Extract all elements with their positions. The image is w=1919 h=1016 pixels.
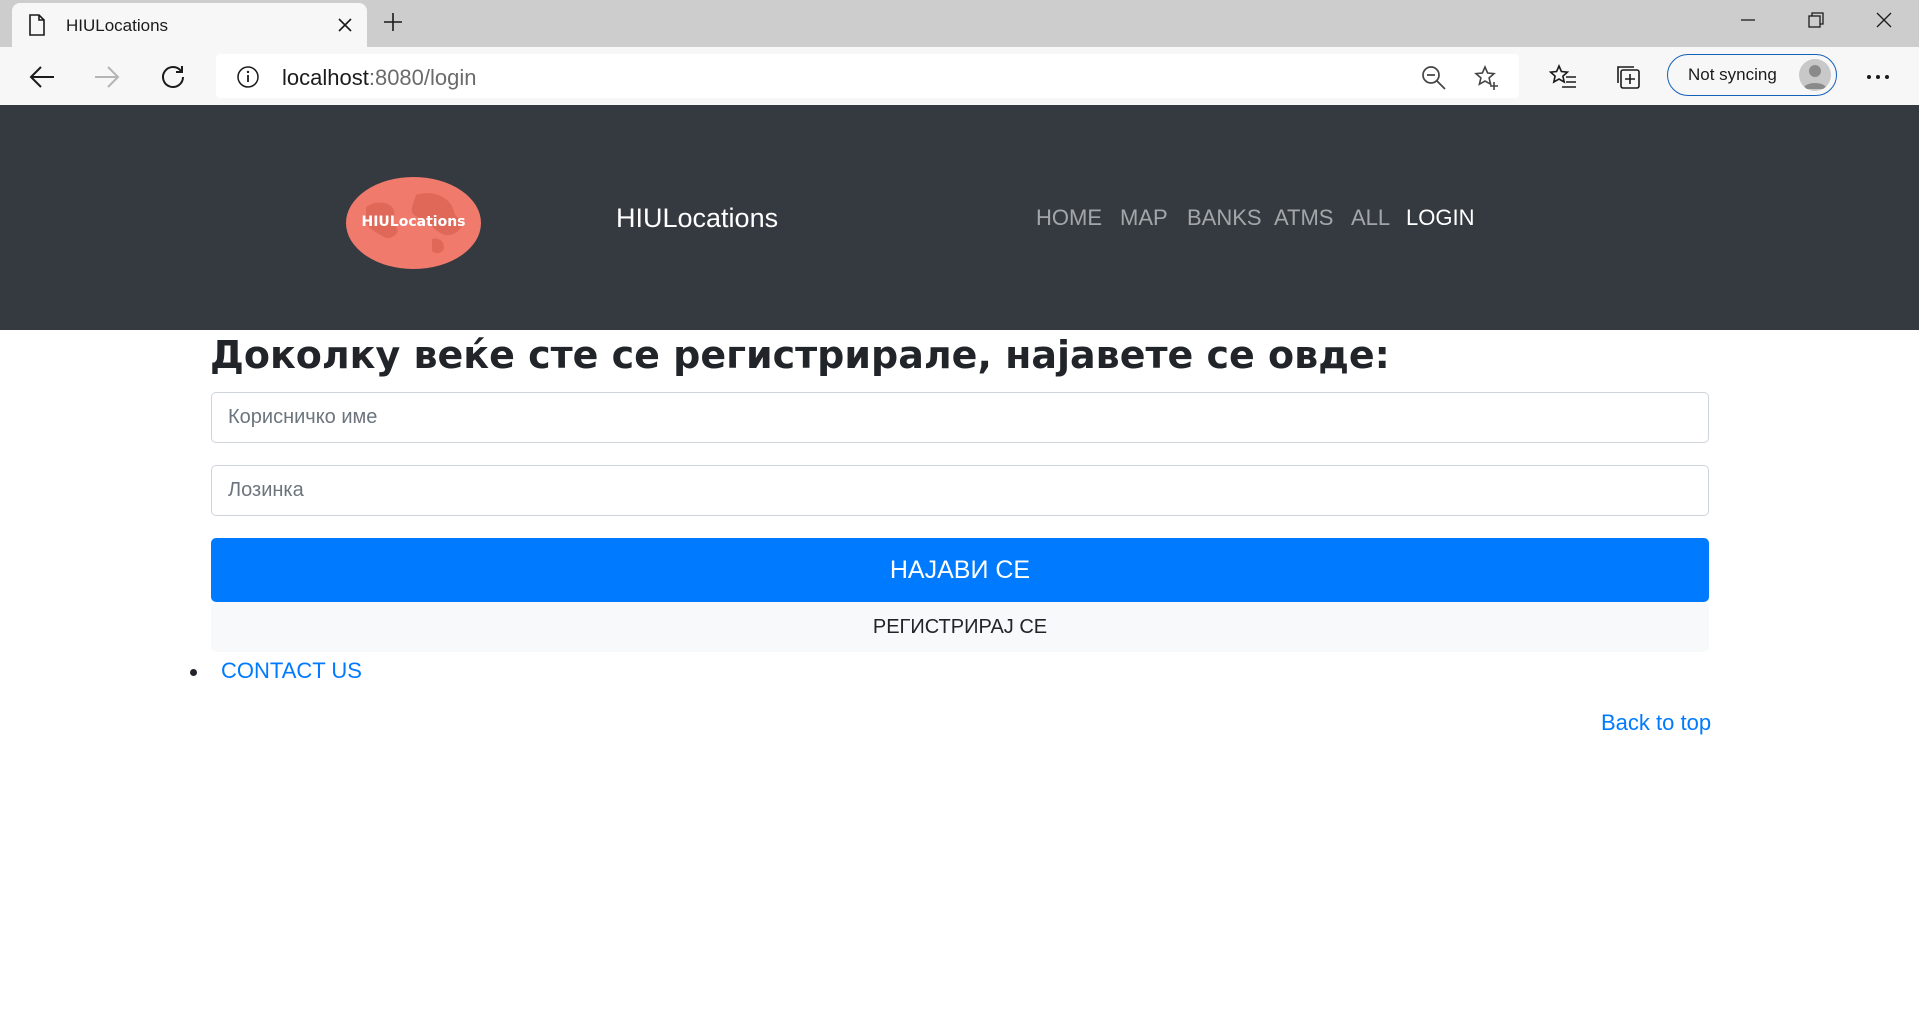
nav-login[interactable]: LOGIN — [1406, 205, 1474, 231]
url-path: :8080/login — [368, 65, 477, 90]
page-icon — [28, 14, 46, 41]
url-text[interactable]: localhost:8080/login — [282, 65, 477, 91]
login-button[interactable]: НАЈАВИ СЕ — [211, 538, 1709, 602]
logo[interactable]: HIULocations — [346, 177, 481, 269]
register-button[interactable]: РЕГИСТРИРАЈ СЕ — [211, 602, 1709, 652]
nav-atms[interactable]: ATMS — [1274, 205, 1333, 231]
contact-us-link[interactable]: CONTACT US — [221, 658, 362, 683]
sync-label: Not syncing — [1688, 65, 1777, 84]
minimize-icon[interactable] — [1738, 10, 1758, 35]
add-favorite-icon[interactable] — [1474, 64, 1500, 96]
info-icon[interactable] — [236, 65, 260, 94]
logo-text: HIULocations — [361, 214, 466, 230]
footer-links: CONTACT US — [190, 658, 362, 684]
browser-toolbar: localhost:8080/login Not syncing — [0, 47, 1919, 105]
profile-sync-button[interactable]: Not syncing — [1667, 54, 1837, 96]
close-tab-icon[interactable] — [336, 16, 354, 39]
back-to-top-link[interactable]: Back to top — [1601, 710, 1711, 736]
nav-banks[interactable]: BANKS — [1187, 205, 1262, 231]
favorites-icon[interactable] — [1548, 63, 1577, 95]
back-icon[interactable] — [28, 64, 56, 95]
zoom-icon[interactable] — [1421, 65, 1447, 96]
restore-icon[interactable] — [1806, 10, 1826, 35]
address-bar[interactable]: localhost:8080/login — [216, 54, 1519, 98]
browser-tab[interactable]: HIULocations — [12, 3, 367, 47]
nav-map[interactable]: MAP — [1120, 205, 1168, 231]
new-tab-icon[interactable] — [381, 10, 405, 39]
forward-icon[interactable] — [93, 64, 121, 95]
password-input[interactable] — [211, 465, 1709, 516]
site-navbar: HIULocations HIULocations HOME MAP BANKS… — [0, 105, 1919, 330]
browser-tab-bar: HIULocations — [0, 0, 1919, 47]
refresh-icon[interactable] — [160, 64, 186, 95]
nav-all[interactable]: ALL — [1351, 205, 1390, 231]
close-window-icon[interactable] — [1874, 10, 1894, 35]
login-heading: Доколку веќе сте се регистрирале, најаве… — [210, 333, 1390, 377]
url-host: localhost — [282, 65, 369, 90]
nav-home[interactable]: HOME — [1036, 205, 1102, 231]
list-item: CONTACT US — [190, 658, 362, 684]
site-brand[interactable]: HIULocations — [616, 203, 778, 234]
bullet-icon — [190, 669, 197, 676]
avatar-icon — [1799, 59, 1831, 91]
collections-icon[interactable] — [1615, 64, 1643, 95]
more-options-icon[interactable] — [1864, 64, 1892, 95]
tab-title: HIULocations — [66, 16, 169, 35]
username-input[interactable] — [211, 392, 1709, 443]
